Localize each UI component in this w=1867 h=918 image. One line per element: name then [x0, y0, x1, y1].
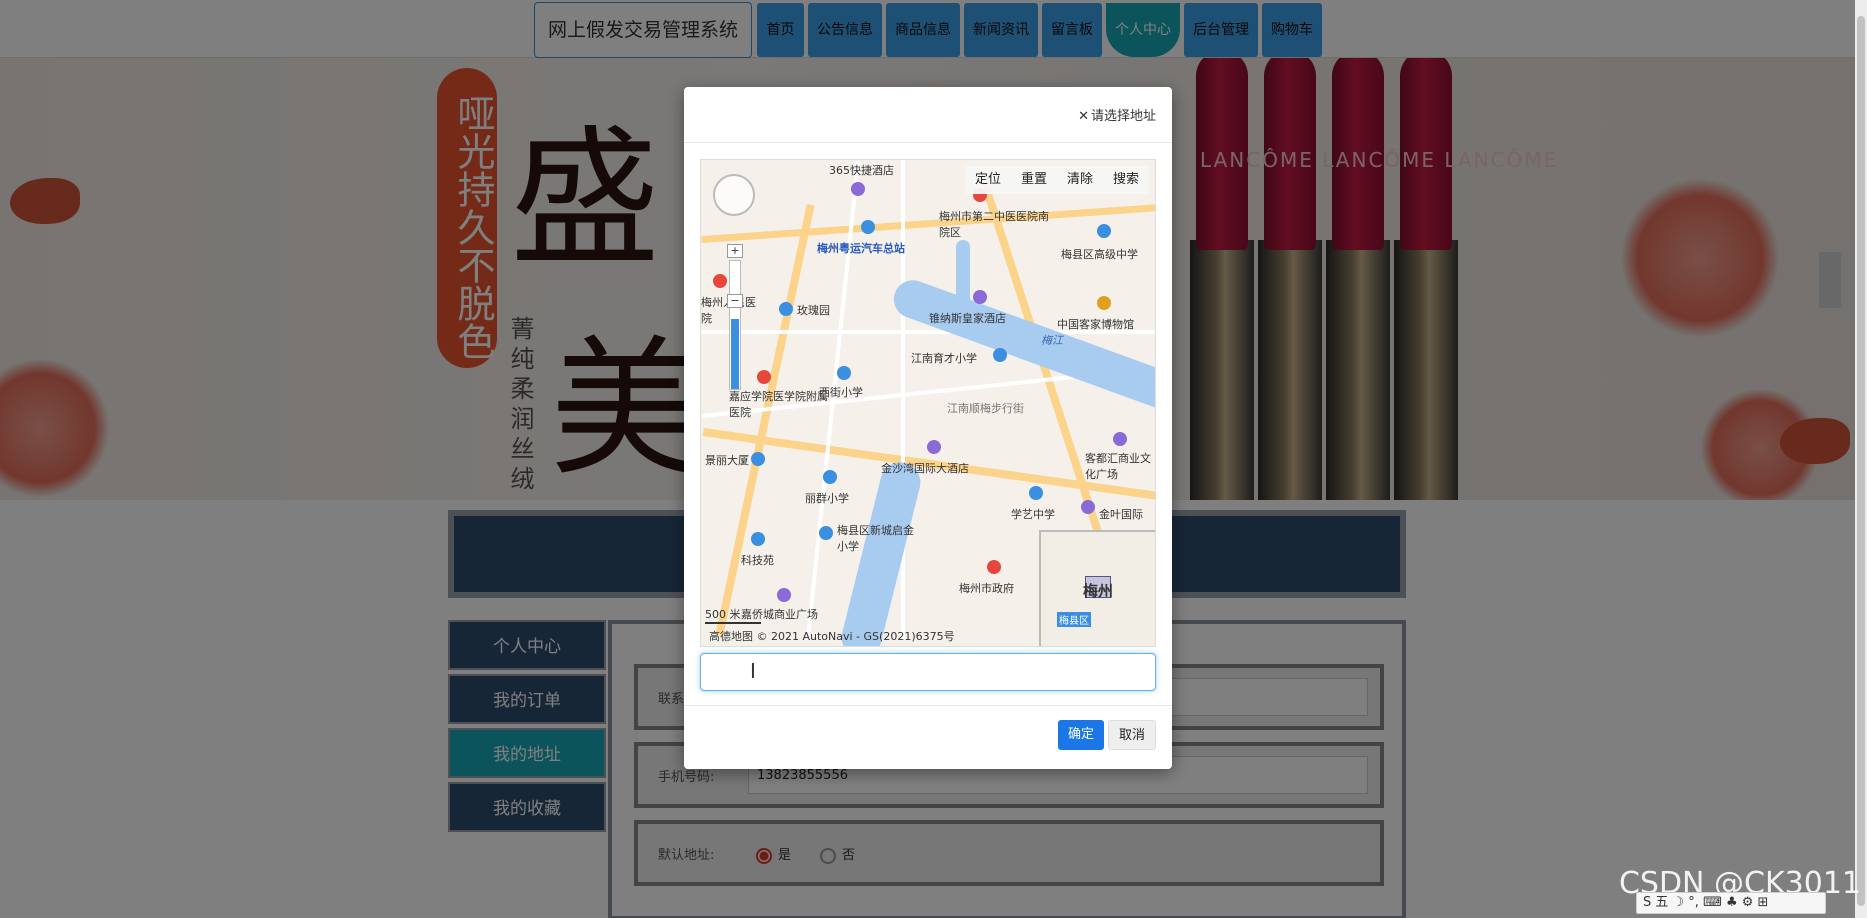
residence-icon: [779, 302, 793, 316]
confirm-button[interactable]: 确定: [1057, 720, 1104, 750]
minimap-city-label: 梅州: [1083, 582, 1114, 600]
map-clear-button[interactable]: 清除: [1057, 166, 1103, 194]
map-view[interactable]: 365快捷酒店 梅州市第二中医医院南院区 梅县区高级中学 梅州粤运汽车总站 玫瑰…: [700, 159, 1156, 647]
zoom-in-button[interactable]: +: [727, 244, 743, 258]
modal-header: ✕ 请选择地址: [684, 87, 1172, 143]
map-label: 金叶国际: [1099, 508, 1143, 521]
page-scrollbar[interactable]: [1855, 0, 1867, 918]
museum-icon: [1097, 296, 1111, 310]
zoom-out-button[interactable]: −: [727, 294, 743, 308]
map-copyright: 高德地图 © 2021 AutoNavi - GS(2021)6375号: [709, 630, 955, 643]
map-label: 中国客家博物馆: [1057, 318, 1134, 331]
school-icon: [837, 366, 851, 380]
hospital-icon: [757, 370, 771, 384]
map-label: 梅州市第二中医医院南院区: [939, 210, 1049, 239]
modal-footer: 确定 取消: [684, 705, 1172, 769]
school-icon: [1097, 224, 1111, 238]
address-input[interactable]: [700, 653, 1156, 691]
close-icon[interactable]: ✕: [1078, 109, 1089, 124]
map-toolbar: 定位 重置 清除 搜索: [964, 166, 1149, 194]
map-label: 江南顺梅步行街: [947, 402, 1024, 415]
map-label: 梅州粤运汽车总站: [817, 242, 905, 255]
school-icon: [1029, 486, 1043, 500]
school-icon: [819, 526, 833, 540]
map-label: 梅州市政府: [959, 582, 1014, 595]
cancel-button[interactable]: 取消: [1107, 720, 1156, 750]
map-label: 客都汇商业文化广场: [1085, 452, 1151, 481]
hospital-icon: [713, 274, 727, 288]
map-road: [701, 203, 1155, 244]
map-label: 丽群小学: [805, 492, 849, 505]
residence-icon: [751, 532, 765, 546]
map-label: 梅县区新城启金小学: [837, 524, 914, 553]
map-label: 嘉应学院医学院附属医院: [729, 390, 828, 419]
school-icon: [823, 470, 837, 484]
map-label: 江南育才小学: [911, 352, 977, 365]
map-lake: [956, 240, 970, 310]
map-search-button[interactable]: 搜索: [1103, 166, 1149, 194]
map-label: 景丽大厦: [705, 454, 749, 467]
map-label: 锥纳斯皇家酒店: [929, 312, 1006, 325]
map-label: 科技苑: [741, 554, 774, 567]
overview-minimap[interactable]: 梅州 梅县区: [1039, 530, 1155, 646]
building-icon: [751, 452, 765, 466]
ime-toolbar[interactable]: S 五 ☽ °, ⌨ ♣ ⚙ ⊞: [1636, 892, 1826, 914]
map-label: 玫瑰园: [797, 304, 830, 317]
pan-control[interactable]: [713, 174, 755, 216]
map-reset-button[interactable]: 重置: [1011, 166, 1057, 194]
minimap-district-label: 梅县区: [1057, 612, 1091, 627]
map-locate-button[interactable]: 定位: [965, 166, 1011, 194]
bus-station-icon: [861, 220, 875, 234]
map-label-river: 梅江: [1041, 334, 1063, 347]
hotel-icon: [927, 440, 941, 454]
address-picker-modal: ✕ 请选择地址 365快捷酒店 梅州市第二中医医院南院区 梅县区高级中学 梅州粤运…: [684, 87, 1172, 769]
mall-icon: [1113, 432, 1127, 446]
text-cursor-icon: I: [750, 659, 756, 683]
hotel-icon: [851, 182, 865, 196]
map-scale: 500 米: [705, 606, 761, 624]
mall-icon: [777, 588, 791, 602]
map-road: [901, 160, 905, 640]
government-icon: [987, 560, 1001, 574]
hotel-icon: [973, 290, 987, 304]
modal-title: ✕ 请选择地址: [1078, 109, 1156, 124]
map-label: 梅县区高级中学: [1061, 248, 1138, 261]
map-label: 学艺中学: [1011, 508, 1055, 521]
map-label: 365快捷酒店: [829, 164, 894, 177]
school-icon: [993, 348, 1007, 362]
zoom-slider[interactable]: [729, 260, 741, 390]
building-icon: [1081, 500, 1095, 514]
scrollbar-thumb[interactable]: [1857, 16, 1865, 906]
map-label: 金沙湾国际大酒店: [881, 462, 969, 475]
